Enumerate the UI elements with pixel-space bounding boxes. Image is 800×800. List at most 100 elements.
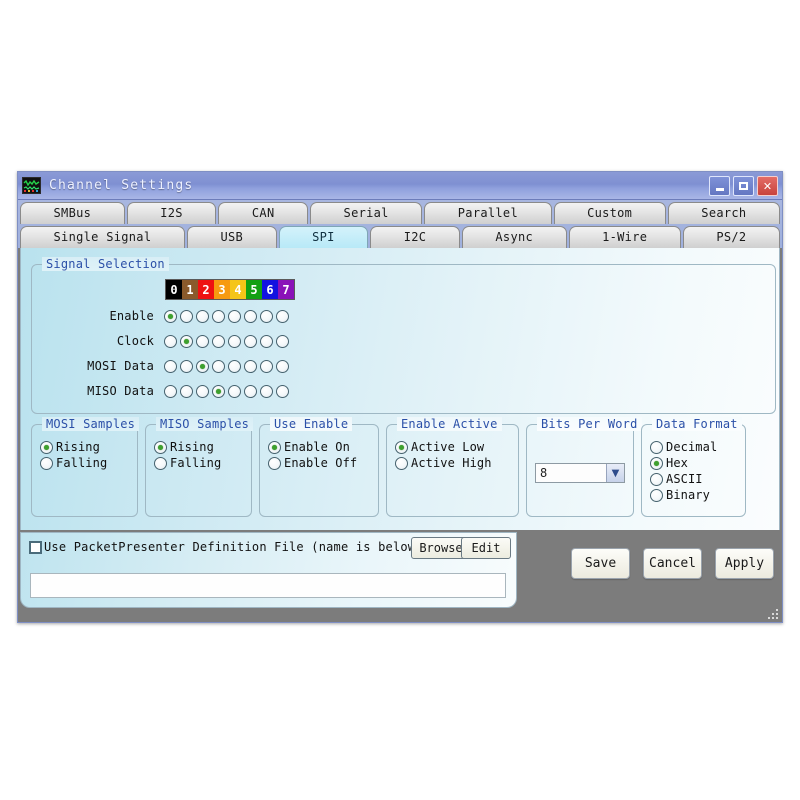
radio-icon[interactable] [650, 472, 663, 486]
data-format-option-ascii[interactable]: ASCII [650, 471, 717, 487]
radio-enable-ch4[interactable] [227, 309, 241, 323]
radio-mosi-data-ch1[interactable] [179, 359, 193, 373]
data-format-option-binary[interactable]: Binary [650, 487, 717, 503]
enable-active-option-label: Active High [411, 456, 492, 470]
radio-clock-ch6[interactable] [259, 334, 273, 348]
radio-clock-ch0[interactable] [163, 334, 177, 348]
data-format-group: Data Format Decimal Hex ASCII Binary [641, 417, 746, 517]
data-format-options: Decimal Hex ASCII Binary [650, 439, 717, 503]
minimize-button[interactable] [709, 176, 730, 196]
radio-miso-data-ch4[interactable] [227, 384, 241, 398]
radio-miso-data-ch0[interactable] [163, 384, 177, 398]
save-button[interactable]: Save [571, 548, 630, 579]
radio-icon[interactable] [650, 440, 663, 454]
radio-cell [226, 384, 242, 398]
miso-samples-option-rising[interactable]: Rising [154, 439, 221, 455]
tab-custom[interactable]: Custom [553, 202, 666, 224]
radio-miso-data-ch2[interactable] [195, 384, 209, 398]
channel-radio-strip [162, 359, 290, 373]
title-bar[interactable]: Channel Settings ✕ [18, 172, 782, 200]
radio-clock-ch4[interactable] [227, 334, 241, 348]
tab-parallel[interactable]: Parallel [424, 202, 552, 224]
radio-enable-ch5[interactable] [243, 309, 257, 323]
radio-icon[interactable] [650, 456, 663, 470]
radio-enable-ch0[interactable] [163, 309, 177, 323]
signal-row-label: Enable [109, 309, 154, 323]
tab-spi[interactable]: SPI [278, 226, 369, 248]
tab-i2c[interactable]: I2C [370, 226, 460, 248]
tab-can[interactable]: CAN [218, 202, 309, 224]
radio-miso-data-ch5[interactable] [243, 384, 257, 398]
radio-enable-ch1[interactable] [179, 309, 193, 323]
radio-icon[interactable] [395, 456, 408, 470]
radio-cell [226, 334, 242, 348]
radio-mosi-data-ch7[interactable] [275, 359, 289, 373]
enable-active-option-active-high[interactable]: Active High [395, 455, 492, 471]
radio-icon[interactable] [650, 488, 663, 502]
radio-miso-data-ch3[interactable] [211, 384, 225, 398]
radio-clock-ch5[interactable] [243, 334, 257, 348]
spi-settings-panel: Signal Selection 01234567 Enable Clock MOS… [20, 248, 780, 554]
radio-cell [162, 309, 178, 323]
enable-active-option-active-low[interactable]: Active Low [395, 439, 492, 455]
data-format-option-hex[interactable]: Hex [650, 455, 717, 471]
packet-presenter-checkbox[interactable] [29, 540, 42, 554]
radio-cell [162, 359, 178, 373]
radio-miso-data-ch1[interactable] [179, 384, 193, 398]
radio-mosi-data-ch6[interactable] [259, 359, 273, 373]
tab-usb[interactable]: USB [186, 226, 277, 248]
tab-search[interactable]: Search [667, 202, 780, 224]
radio-cell [210, 359, 226, 373]
resize-grip[interactable] [766, 607, 778, 619]
mosi-samples-option-rising[interactable]: Rising [40, 439, 107, 455]
radio-icon[interactable] [395, 440, 408, 454]
radio-icon[interactable] [268, 440, 281, 454]
radio-mosi-data-ch0[interactable] [163, 359, 177, 373]
bits-per-word-select[interactable]: 8 ▼ [535, 463, 625, 483]
edit-button[interactable]: Edit [461, 537, 511, 559]
radio-cell [178, 309, 194, 323]
radio-icon[interactable] [154, 440, 167, 454]
radio-enable-ch2[interactable] [195, 309, 209, 323]
radio-enable-ch3[interactable] [211, 309, 225, 323]
radio-enable-ch6[interactable] [259, 309, 273, 323]
use-enable-option-enable-off[interactable]: Enable Off [268, 455, 357, 471]
definition-file-input[interactable] [30, 573, 506, 598]
radio-icon[interactable] [268, 456, 281, 470]
radio-mosi-data-ch5[interactable] [243, 359, 257, 373]
cancel-button[interactable]: Cancel [643, 548, 702, 579]
radio-icon[interactable] [154, 456, 167, 470]
use-enable-option-enable-on[interactable]: Enable On [268, 439, 357, 455]
close-button[interactable]: ✕ [757, 176, 778, 196]
miso-samples-label: MISO Samples [156, 417, 254, 431]
radio-enable-ch7[interactable] [275, 309, 289, 323]
radio-clock-ch7[interactable] [275, 334, 289, 348]
packet-presenter-checkbox-row[interactable]: Use PacketPresenter Definition File (nam… [29, 540, 423, 554]
radio-clock-ch3[interactable] [211, 334, 225, 348]
radio-miso-data-ch6[interactable] [259, 384, 273, 398]
mosi-samples-option-falling[interactable]: Falling [40, 455, 107, 471]
radio-mosi-data-ch4[interactable] [227, 359, 241, 373]
radio-mosi-data-ch3[interactable] [211, 359, 225, 373]
radio-clock-ch1[interactable] [179, 334, 193, 348]
radio-clock-ch2[interactable] [195, 334, 209, 348]
tab-smbus[interactable]: SMBus [20, 202, 125, 224]
radio-cell [226, 309, 242, 323]
radio-cell [162, 334, 178, 348]
tab-ps-2[interactable]: PS/2 [682, 226, 780, 248]
radio-mosi-data-ch2[interactable] [195, 359, 209, 373]
radio-icon[interactable] [40, 440, 53, 454]
radio-miso-data-ch7[interactable] [275, 384, 289, 398]
tab-async[interactable]: Async [461, 226, 567, 248]
radio-icon[interactable] [40, 456, 53, 470]
data-format-option-decimal[interactable]: Decimal [650, 439, 717, 455]
maximize-button[interactable] [733, 176, 754, 196]
tab-serial[interactable]: Serial [310, 202, 423, 224]
tab-i2s[interactable]: I2S [126, 202, 217, 224]
chevron-down-icon[interactable]: ▼ [606, 464, 624, 482]
miso-samples-option-falling[interactable]: Falling [154, 455, 221, 471]
tab-single-signal[interactable]: Single Signal [20, 226, 185, 248]
tab-1-wire[interactable]: 1-Wire [568, 226, 681, 248]
window-footer: Use PacketPresenter Definition File (nam… [18, 530, 782, 622]
apply-button[interactable]: Apply [715, 548, 774, 579]
